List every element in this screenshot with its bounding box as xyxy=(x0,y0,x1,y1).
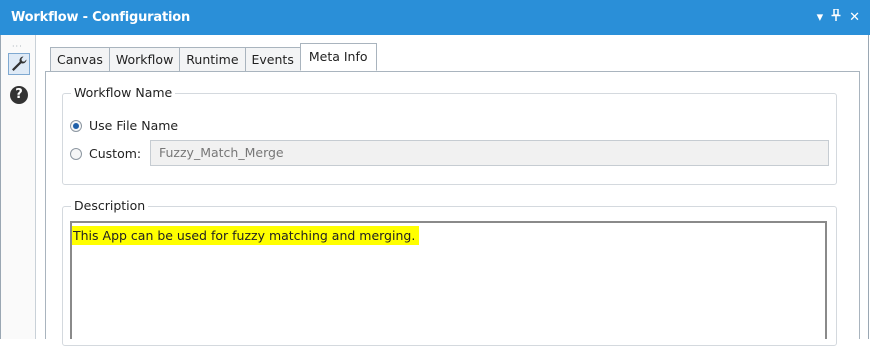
custom-option[interactable]: Custom: xyxy=(70,146,141,161)
use-file-name-label: Use File Name xyxy=(89,118,179,133)
tab-events[interactable]: Events xyxy=(244,47,301,71)
pin-icon[interactable] xyxy=(831,8,841,25)
workflow-name-group: Workflow Name Use File Name Custom: Fuzz… xyxy=(62,85,837,185)
description-label: Description xyxy=(71,198,149,213)
tab-runtime[interactable]: Runtime xyxy=(179,47,246,71)
use-file-name-option[interactable]: Use File Name xyxy=(70,118,178,133)
config-sidebar xyxy=(1,35,36,339)
tab-workflow[interactable]: Workflow xyxy=(108,47,181,71)
grip-handle[interactable]: ··· xyxy=(12,42,23,51)
tab-meta-info[interactable]: Meta Info xyxy=(299,43,377,71)
description-text: This App can be used for fuzzy matching … xyxy=(72,226,420,245)
custom-label: Custom: xyxy=(89,146,142,161)
window-titlebar: Workflow - Configuration ▾ ✕ xyxy=(0,0,870,35)
help-icon[interactable]: ? xyxy=(10,86,28,104)
window-title: Workflow - Configuration xyxy=(11,10,191,25)
close-icon[interactable]: ✕ xyxy=(849,10,860,25)
tab-strip: Canvas Workflow Runtime Events Meta Info xyxy=(50,43,377,71)
description-textarea[interactable]: This App can be used for fuzzy matching … xyxy=(70,221,827,339)
window-controls: ▾ ✕ xyxy=(817,8,860,25)
custom-name-field[interactable]: Fuzzy_Match_Merge xyxy=(150,140,829,166)
dropdown-icon[interactable]: ▾ xyxy=(817,10,824,25)
workflow-name-label: Workflow Name xyxy=(71,85,176,100)
wrench-icon[interactable] xyxy=(8,53,30,75)
tab-canvas[interactable]: Canvas xyxy=(50,47,110,71)
custom-radio[interactable] xyxy=(70,147,82,160)
use-file-name-radio[interactable] xyxy=(70,119,82,132)
